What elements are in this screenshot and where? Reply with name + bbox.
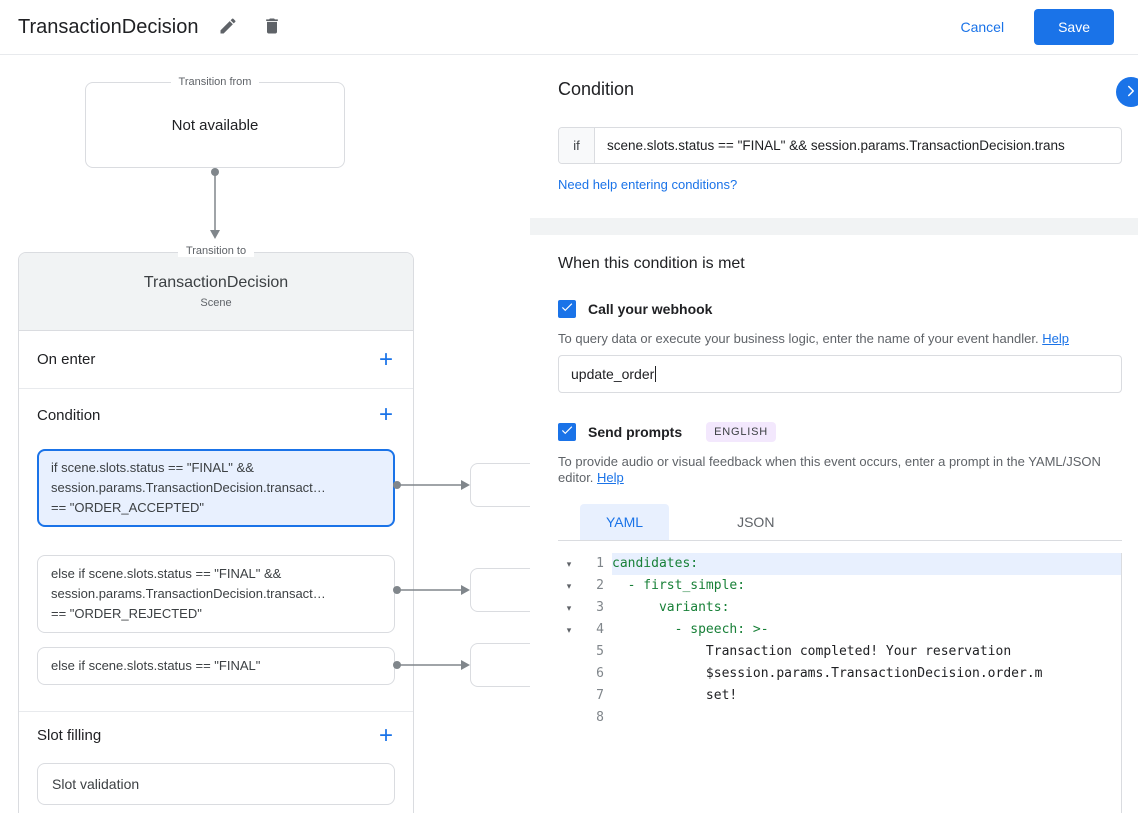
cancel-button[interactable]: Cancel [960,19,1004,35]
fold-toggle-icon[interactable]: ▾ [558,575,580,597]
line-number: 6 [596,666,604,681]
scene-card-header: TransactionDecision Scene [19,253,413,331]
condition-panel-heading: Condition [558,79,635,99]
yaml-editor[interactable]: ▾ 1 candidates: ▾ 2 - first_simple: ▾ 3 varian… [558,553,1122,813]
condition-line: session.params.TransactionDecision.trans… [51,586,326,601]
call-webhook-checkbox[interactable] [558,300,576,318]
code-line: - first_simple: [612,578,746,593]
line-number: 5 [596,644,604,659]
line-number: 8 [596,710,604,725]
scene-card-subtitle: Scene [200,297,232,309]
line-number: 1 [596,556,604,571]
add-slot-button[interactable]: + [377,723,395,748]
condition-section-header: Condition + [19,389,413,441]
transition-from-box: Not available [85,82,345,168]
header-right: Cancel Save [960,9,1114,45]
transition-target-box-1[interactable] [470,463,530,507]
condition-section-label: Condition [37,406,101,424]
check-icon [560,300,574,319]
line-number: 7 [596,688,604,703]
fold-toggle-icon[interactable]: ▾ [558,553,580,575]
line-number: 4 [596,622,604,637]
chevron-right-icon [1122,82,1138,103]
fold-toggle-icon[interactable]: ▾ [558,619,580,641]
condition-card-final[interactable]: else if scene.slots.status == "FINAL" [37,647,395,685]
header-left: TransactionDecision [18,13,286,41]
on-enter-section: On enter + [19,331,413,389]
scene-card: TransactionDecision Scene On enter + Con… [18,252,414,813]
fold-toggle-icon [558,707,580,729]
fold-toggle-icon[interactable]: ▾ [558,597,580,619]
code-line: variants: [612,600,730,615]
condition-line: == "ORDER_REJECTED" [51,606,202,621]
tab-json[interactable]: JSON [711,504,800,540]
condition-section: Condition + if scene.slots.status == "FI… [19,389,413,712]
condition-line: if scene.slots.status == "FINAL" && [51,460,254,475]
save-button[interactable]: Save [1034,9,1114,45]
webhook-description: To query data or execute your business l… [558,331,1069,346]
condition-expression-input[interactable]: scene.slots.status == "FINAL" && session… [595,128,1121,163]
webhook-help-link[interactable]: Help [1042,331,1069,346]
add-condition-button[interactable]: + [377,403,395,427]
condition-card-rejected[interactable]: else if scene.slots.status == "FINAL" &&… [37,555,395,633]
collapse-panel-button[interactable] [1116,77,1138,107]
code-line: candidates: [612,553,1121,575]
line-number: 3 [596,600,604,615]
fold-toggle-icon [558,663,580,685]
page-title: TransactionDecision [18,15,199,38]
webhook-handler-input[interactable]: update_order [558,355,1122,393]
scene-diagram: Transition from Not available Transition… [0,55,530,813]
condition-line: session.params.TransactionDecision.trans… [51,480,326,495]
main-layout: Transition from Not available Transition… [0,55,1138,813]
condition-panel: Condition if scene.slots.status == "FINA… [530,55,1138,813]
delete-scene-button[interactable] [258,13,286,41]
call-webhook-label: Call your webhook [588,301,713,317]
slot-validation-item[interactable]: Slot validation [37,763,395,805]
yaml-editor-lines: ▾ 1 candidates: ▾ 2 - first_simple: ▾ 3 varian… [558,553,1121,729]
when-condition-met-heading: When this condition is met [558,255,745,272]
if-keyword-label: if [559,128,595,163]
webhook-row: Call your webhook [558,300,1122,318]
condition-line: else if scene.slots.status == "FINAL" [51,658,261,673]
send-prompts-checkbox[interactable] [558,423,576,441]
fold-toggle-icon [558,685,580,707]
condition-line: else if scene.slots.status == "FINAL" && [51,566,282,581]
add-on-enter-button[interactable]: + [377,347,395,372]
transition-target-box-2[interactable] [470,568,530,612]
trash-icon [262,16,282,39]
prompts-row: Send prompts ENGLISH [558,422,1122,442]
on-enter-label: On enter [37,351,96,368]
code-line: - speech: >- [612,622,769,637]
slot-filling-section: Slot filling + Slot validation [19,712,413,805]
send-prompts-label: Send prompts [588,424,683,440]
header: TransactionDecision Cancel Save [0,0,1138,55]
scene-card-title: TransactionDecision [143,274,289,291]
fold-toggle-icon [558,641,580,663]
check-icon [560,423,574,442]
section-divider [530,218,1138,235]
condition-line: == "ORDER_ACCEPTED" [51,500,204,515]
slot-validation-label: Slot validation [52,776,140,792]
transition-target-box-3[interactable] [470,643,530,687]
tab-yaml[interactable]: YAML [580,504,670,540]
prompts-description: To provide audio or visual feedback when… [558,454,1101,485]
language-badge: ENGLISH [706,422,777,442]
code-line: $session.params.TransactionDecision.orde… [612,666,1043,681]
edit-title-button[interactable] [214,13,242,41]
prompts-help-link[interactable]: Help [597,470,624,485]
slot-filling-header: Slot filling + [19,712,413,759]
pencil-icon [218,16,238,39]
slot-filling-label: Slot filling [37,727,102,744]
code-line: Transaction completed! Your reservation [612,644,1012,659]
prompt-editor-tabs: YAML JSON [558,504,1122,541]
conditions-help-link[interactable]: Need help entering conditions? [558,177,737,192]
code-line: set! [612,688,738,703]
condition-expression-field: if scene.slots.status == "FINAL" && sess… [558,127,1122,164]
condition-card-accepted[interactable]: if scene.slots.status == "FINAL" && sess… [37,449,395,527]
line-number: 2 [596,578,604,593]
text-cursor [655,366,657,382]
transition-from-content: Not available [171,116,259,134]
